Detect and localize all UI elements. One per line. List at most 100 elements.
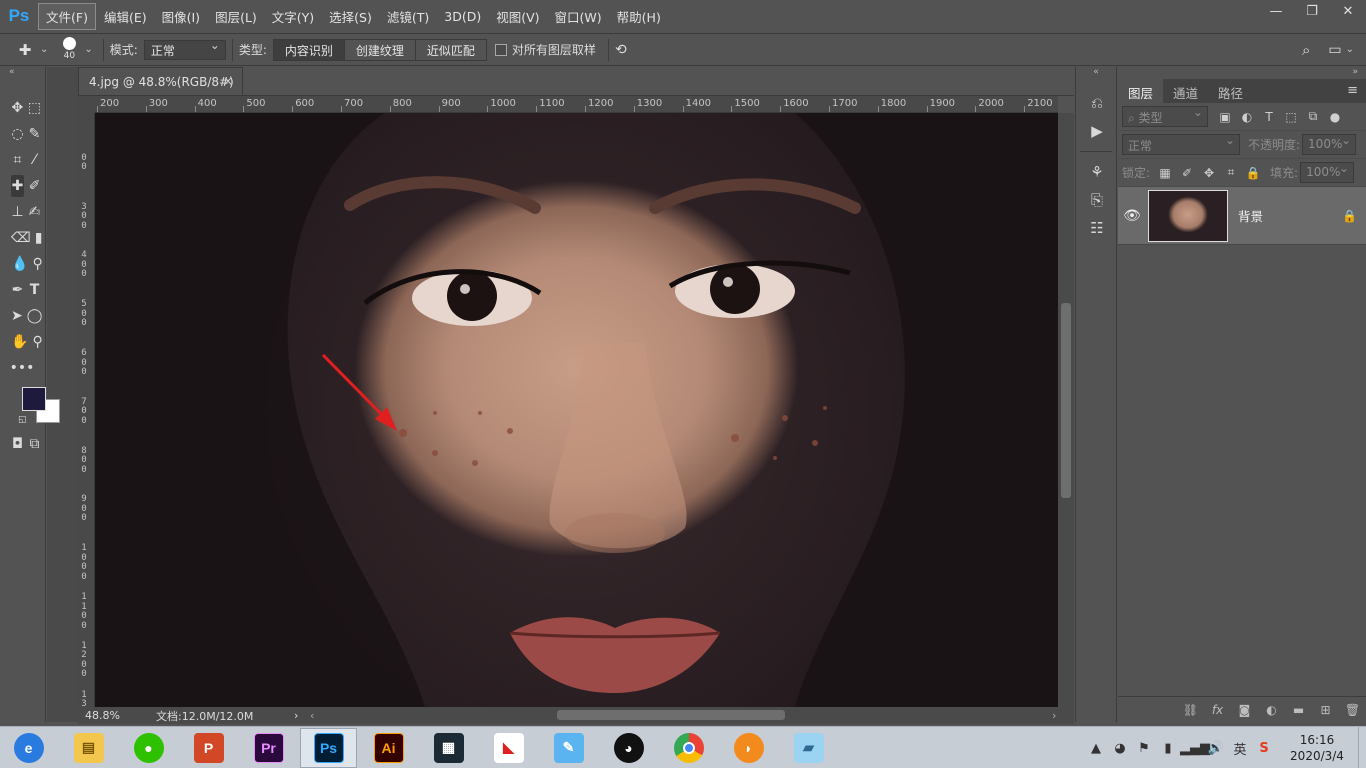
fill-input[interactable]: 100% — [1300, 161, 1355, 183]
type-create-texture-button[interactable]: 创建纹理 — [345, 39, 416, 60]
wechat-taskbar-button[interactable]: ● — [120, 728, 177, 768]
layer-row[interactable]: 👁 背景 🔒 — [1118, 187, 1366, 245]
show-hidden-icons-icon[interactable]: ▲ — [1084, 741, 1108, 756]
mode-select[interactable]: 正常 — [143, 38, 226, 60]
gradient-tool-icon[interactable]: ▮ — [35, 227, 43, 249]
filter-pixel-icon[interactable]: ▣ — [1214, 107, 1236, 127]
filter-shape-icon[interactable]: ⬚ — [1280, 107, 1302, 127]
illustrator-taskbar-button[interactable]: Ai — [360, 728, 417, 768]
show-desktop-button[interactable] — [1358, 727, 1366, 768]
volume-icon[interactable]: 🔊 — [1204, 741, 1228, 756]
menu-type[interactable]: 文字(Y) — [265, 4, 321, 29]
scroll-left-icon[interactable]: ‹ — [310, 709, 330, 722]
menu-layer[interactable]: 图层(L) — [208, 4, 264, 29]
filter-type-icon[interactable]: T — [1258, 107, 1280, 127]
spot-healing-tool-icon[interactable]: ✚ — [11, 175, 24, 197]
vertical-ruler[interactable]: 2003004005006007008009001000110012001300… — [78, 113, 95, 707]
collapse-icon[interactable]: » — [1118, 67, 1366, 79]
input-method-indicator[interactable]: 英 — [1228, 739, 1252, 758]
spot-healing-brush-icon[interactable]: ✚ — [10, 41, 40, 59]
vertical-scroll-thumb[interactable] — [1061, 303, 1071, 498]
paint-app-taskbar-button[interactable]: ✎ — [540, 728, 597, 768]
quick-mask-icon[interactable]: ◘ — [11, 433, 24, 455]
file-explorer-taskbar-button[interactable]: ▤ — [60, 728, 117, 768]
menu-help[interactable]: 帮助(H) — [610, 4, 668, 29]
history-panel-icon[interactable]: ⎌ — [1076, 89, 1118, 117]
move-tool-icon[interactable]: ✥ — [11, 97, 24, 119]
layer-name[interactable]: 背景 — [1238, 206, 1342, 225]
menu-image[interactable]: 图像(I) — [155, 4, 207, 29]
properties-panel-icon[interactable]: ☷ — [1076, 214, 1118, 242]
sogou-ime-icon[interactable]: S — [1252, 741, 1276, 756]
type-proximity-match-button[interactable]: 近似匹配 — [416, 40, 486, 60]
path-select-tool-icon[interactable]: ➤ — [11, 305, 23, 327]
add-mask-icon[interactable]: ◙ — [1231, 700, 1258, 720]
history-brush-tool-icon[interactable]: ✍ — [28, 201, 41, 223]
type-tool-icon[interactable]: T — [28, 279, 41, 301]
document-tab[interactable]: 4.jpg @ 48.8%(RGB/8#) × — [78, 67, 243, 95]
blend-mode-select[interactable]: 正常 — [1122, 133, 1240, 155]
lasso-tool-icon[interactable]: ◌ — [11, 123, 24, 145]
collapse-icon[interactable]: « — [1076, 67, 1116, 79]
image-canvas[interactable] — [95, 113, 1058, 707]
filter-toggle-icon[interactable]: ● — [1324, 107, 1346, 127]
panel-menu-icon[interactable]: ≡ — [1347, 83, 1358, 98]
tab-paths[interactable]: 路径 — [1208, 79, 1253, 103]
notes-taskbar-button[interactable]: ▰ — [780, 728, 837, 768]
sample-all-layers-checkbox[interactable] — [494, 43, 507, 56]
adjustment-layer-icon[interactable]: ◐ — [1258, 700, 1285, 720]
filter-adjustment-icon[interactable]: ◐ — [1236, 107, 1258, 127]
zoom-level[interactable]: 48.8% — [78, 709, 156, 722]
lock-artboard-icon[interactable]: ⌗ — [1220, 163, 1242, 183]
brush-size-picker[interactable]: 40 — [58, 35, 80, 65]
scroll-right-icon[interactable]: › — [1052, 709, 1074, 722]
flag-tray-icon[interactable]: ⚑ — [1132, 741, 1156, 756]
qq-taskbar-button[interactable]: ◕ — [600, 728, 657, 768]
pressure-icon[interactable]: ⟲ — [615, 42, 627, 58]
video-editor-taskbar-button[interactable]: ▦ — [420, 728, 477, 768]
tool-preset-dropdown-icon[interactable]: ⌄ — [40, 44, 48, 55]
collapse-icon[interactable]: « — [0, 67, 45, 79]
brush-dropdown-icon[interactable]: ⌄ — [84, 44, 92, 55]
premiere-taskbar-button[interactable]: Pr — [240, 728, 297, 768]
menu-filter[interactable]: 滤镜(T) — [380, 4, 436, 29]
clone-stamp-tool-icon[interactable]: ⊥ — [11, 201, 24, 223]
zoom-tool-icon[interactable]: ⚲ — [32, 331, 42, 353]
menu-file[interactable]: 文件(F) — [38, 2, 96, 30]
layer-style-icon[interactable]: fx — [1204, 700, 1231, 720]
type-content-aware-button[interactable]: 内容识别 — [273, 39, 345, 60]
vertical-scrollbar[interactable] — [1058, 113, 1074, 707]
network-icon[interactable]: ▂▄▆ — [1180, 741, 1210, 756]
close-button[interactable]: ✕ — [1330, 0, 1366, 22]
visibility-eye-icon[interactable]: 👁 — [1118, 208, 1146, 224]
search-icon[interactable]: ⌕ — [1302, 41, 1310, 59]
qq-tray-icon[interactable]: ◕ — [1108, 741, 1132, 756]
lock-transparency-icon[interactable]: ▦ — [1154, 163, 1176, 183]
horizontal-ruler[interactable]: 200 300 400 500 600 700 800 900 1000 1100 1200 1300… — [95, 96, 1058, 113]
lock-pixels-icon[interactable]: ✐ — [1176, 163, 1198, 183]
tab-layers[interactable]: 图层 — [1118, 79, 1164, 103]
maximize-button[interactable]: ❐ — [1294, 0, 1330, 22]
lock-all-icon[interactable]: 🔒 — [1242, 163, 1264, 183]
eraser-tool-icon[interactable]: ⌫ — [11, 227, 31, 249]
menu-window[interactable]: 窗口(W) — [548, 4, 609, 29]
screen-mode-icon[interactable]: ⧉ — [28, 433, 41, 455]
dodge-tool-icon[interactable]: ⚲ — [32, 253, 42, 275]
brush-settings-icon[interactable]: ⚘ — [1076, 158, 1118, 186]
more-tools-icon[interactable]: ••• — [10, 357, 35, 379]
photoshop-taskbar-button[interactable]: Ps — [300, 727, 357, 768]
hand-tool-icon[interactable]: ✋ — [11, 331, 28, 353]
pen-tool-icon[interactable]: ✒ — [11, 279, 24, 301]
ruler-origin[interactable] — [78, 96, 95, 113]
marquee-tool-icon[interactable]: ⬚ — [28, 97, 41, 119]
clone-source-icon[interactable]: ⎘ — [1076, 186, 1118, 214]
brush-tool-icon[interactable]: ✐ — [28, 175, 41, 197]
crop-tool-icon[interactable]: ⌗ — [11, 149, 24, 171]
new-group-icon[interactable]: ▬ — [1285, 700, 1312, 720]
link-layers-icon[interactable]: ⛓ — [1177, 700, 1204, 720]
minimize-button[interactable]: — — [1258, 0, 1294, 22]
battery-icon[interactable]: ▮ — [1156, 741, 1180, 756]
eyedropper-tool-icon[interactable]: ⁄ — [28, 149, 41, 171]
default-colors-icon[interactable]: ◱ — [18, 415, 27, 425]
chrome-taskbar-button[interactable] — [660, 728, 717, 768]
